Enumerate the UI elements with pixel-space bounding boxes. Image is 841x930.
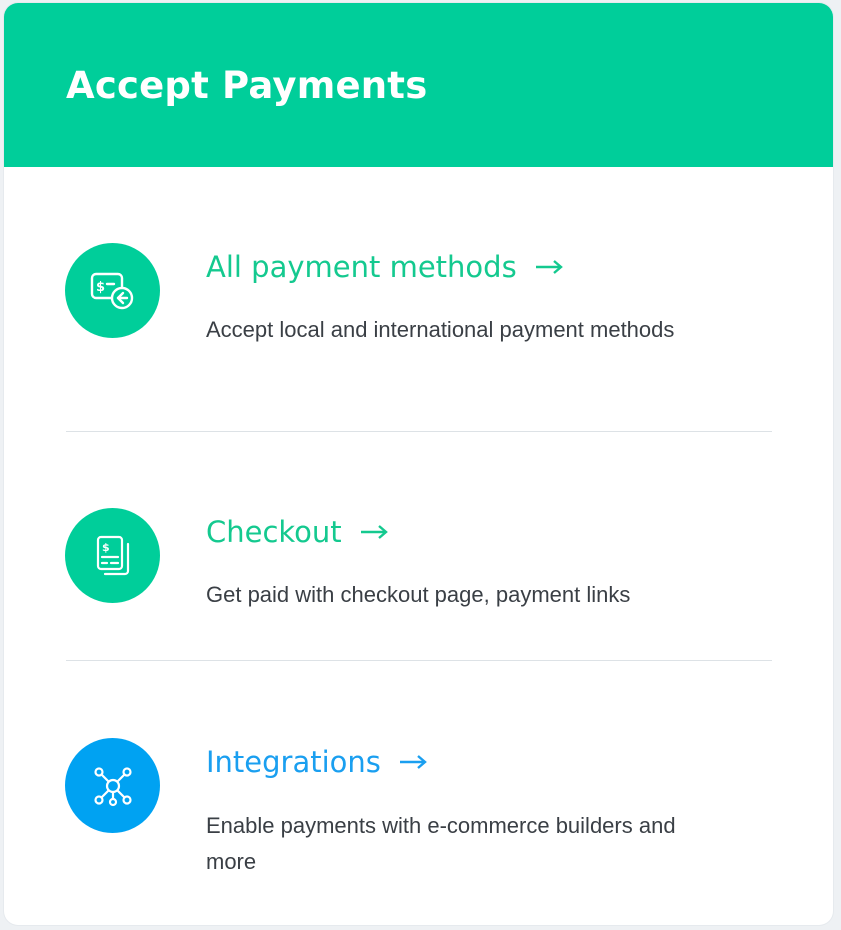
item-description: Get paid with checkout page, payment lin… bbox=[206, 582, 631, 607]
checkout-link[interactable]: Checkout bbox=[206, 514, 388, 550]
all-payment-methods-link[interactable]: All payment methods bbox=[206, 249, 563, 285]
arrow-right-icon bbox=[399, 755, 427, 769]
item-title: Checkout bbox=[206, 515, 342, 549]
item-title: All payment methods bbox=[206, 250, 517, 284]
integrations-network-icon bbox=[65, 738, 160, 833]
accept-payments-card: Accept Payments $ All payment methods Ac… bbox=[4, 3, 833, 925]
integrations-link[interactable]: Integrations bbox=[206, 744, 427, 780]
svg-text:$: $ bbox=[96, 280, 105, 295]
divider bbox=[66, 660, 772, 661]
checkout-document-icon: $ bbox=[65, 508, 160, 603]
card-title: Accept Payments bbox=[66, 64, 428, 107]
divider bbox=[66, 431, 772, 432]
payment-methods-icon: $ bbox=[65, 243, 160, 338]
item-description: Accept local and international payment m… bbox=[206, 317, 675, 342]
svg-text:$: $ bbox=[102, 541, 110, 554]
item-description: Enable payments with e-commerce builders… bbox=[206, 813, 676, 874]
card-header: Accept Payments bbox=[4, 3, 833, 167]
arrow-right-icon bbox=[360, 525, 388, 539]
item-title: Integrations bbox=[206, 745, 381, 779]
arrow-right-icon bbox=[535, 260, 563, 274]
